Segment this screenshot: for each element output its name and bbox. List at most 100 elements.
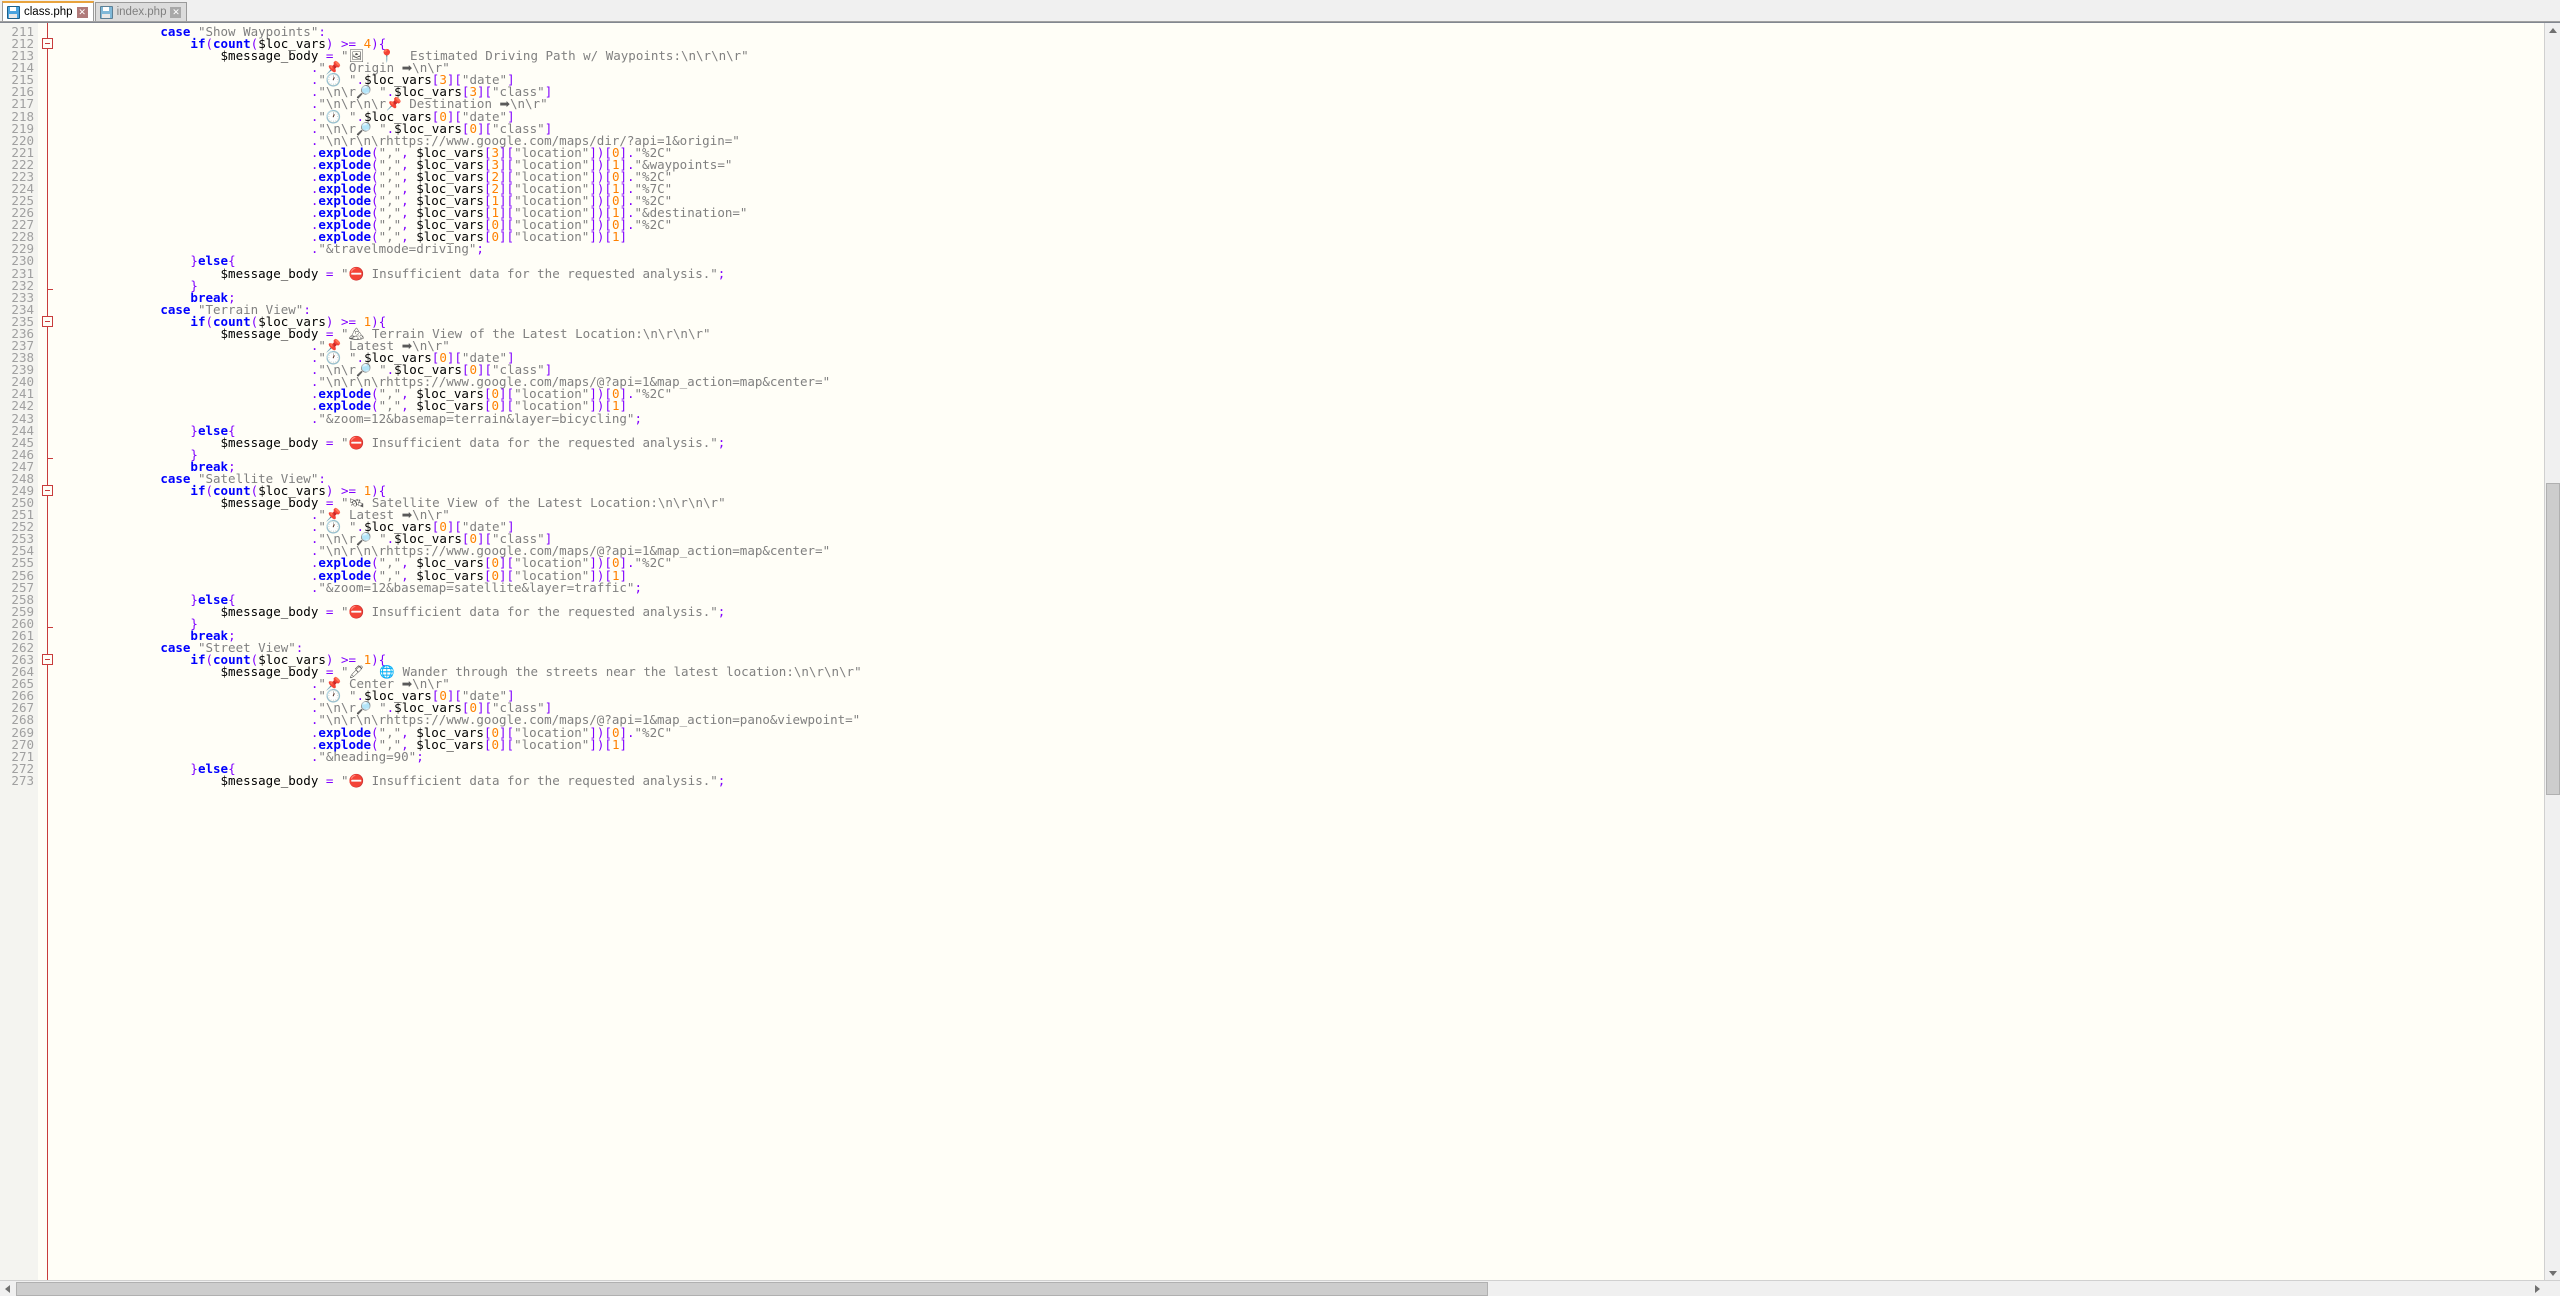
token-str: "location" bbox=[514, 229, 589, 244]
line-number-gutter: 2112122132142152162172182192202212222232… bbox=[0, 23, 38, 1296]
token-str: "&travelmode=driving" bbox=[318, 241, 476, 256]
code-line[interactable]: $message_body = "⛔ Insufficient data for… bbox=[70, 606, 2560, 618]
code-line[interactable]: case "Street View": bbox=[70, 642, 2560, 654]
token-punc: ; bbox=[718, 266, 726, 281]
token-var: $loc_vars bbox=[416, 737, 484, 752]
code-line[interactable]: ."&travelmode=driving"; bbox=[70, 243, 2560, 255]
token-str: Wander through the streets near the late… bbox=[395, 664, 862, 679]
scroll-up-arrow-icon[interactable] bbox=[2545, 23, 2560, 38]
token-str: Insufficient data for the requested anal… bbox=[364, 435, 718, 450]
code-line[interactable]: $message_body = "⛔ Insufficient data for… bbox=[70, 775, 2560, 787]
vertical-scrollbar[interactable] bbox=[2544, 23, 2560, 1296]
tab-index-php[interactable]: index.php✕ bbox=[95, 2, 188, 21]
line-number: 273 bbox=[0, 775, 34, 787]
token-var: $message_body bbox=[221, 435, 319, 450]
token-str: Insufficient data for the requested anal… bbox=[364, 266, 718, 281]
token-punc: ] bbox=[499, 737, 507, 752]
tab-bar[interactable]: class.php✕index.php✕ bbox=[0, 0, 2560, 22]
code-line[interactable]: ."&heading=90"; bbox=[70, 751, 2560, 763]
fold-collapse-icon[interactable] bbox=[42, 38, 53, 49]
horizontal-scroll-thumb[interactable] bbox=[16, 1282, 1488, 1296]
token-punc: [ bbox=[507, 229, 515, 244]
token-punc: [ bbox=[604, 737, 612, 752]
token-op: . bbox=[627, 555, 635, 570]
token-plain bbox=[333, 773, 341, 788]
code-line[interactable]: $message_body = "⛔ Insufficient data for… bbox=[70, 437, 2560, 449]
code-line[interactable]: $message_body = "⛔ Insufficient data for… bbox=[70, 268, 2560, 280]
tab-class-php[interactable]: class.php ✕ bbox=[2, 1, 94, 21]
token-str: "%2C" bbox=[635, 555, 673, 570]
token-punc: ; bbox=[718, 435, 726, 450]
token-emoji: ⛔ bbox=[348, 435, 364, 450]
token-op: . bbox=[627, 217, 635, 232]
token-punc: ] bbox=[619, 229, 627, 244]
token-punc: ] bbox=[499, 229, 507, 244]
token-var: $message_body bbox=[221, 773, 319, 788]
token-plain bbox=[318, 266, 326, 281]
code-line[interactable]: break; bbox=[70, 292, 2560, 304]
token-op: . bbox=[627, 725, 635, 740]
code-line[interactable]: ."&zoom=12&basemap=satellite&layer=traff… bbox=[70, 582, 2560, 594]
code-line[interactable]: case "Show Waypoints": bbox=[70, 26, 2560, 38]
token-plain bbox=[318, 773, 326, 788]
code-line[interactable]: } bbox=[70, 618, 2560, 630]
token-str: "%2C" bbox=[635, 725, 673, 740]
token-str: "location" bbox=[514, 737, 589, 752]
code-line[interactable]: break; bbox=[70, 630, 2560, 642]
fold-end-marker bbox=[47, 627, 53, 628]
token-punc: ; bbox=[718, 604, 726, 619]
save-file-icon bbox=[7, 6, 20, 19]
token-op: . bbox=[627, 386, 635, 401]
token-var: $message_body bbox=[221, 266, 319, 281]
code-content[interactable]: case "Show Waypoints": if(count($loc_var… bbox=[70, 23, 2560, 1296]
code-line[interactable]: } bbox=[70, 280, 2560, 292]
code-line[interactable]: case "Terrain View": bbox=[70, 304, 2560, 316]
fold-end-marker bbox=[47, 458, 53, 459]
token-str: Insufficient data for the requested anal… bbox=[364, 604, 718, 619]
token-str: Insufficient data for the requested anal… bbox=[364, 773, 718, 788]
tab-label: index.php bbox=[117, 6, 167, 18]
code-line[interactable]: .explode(",", $loc_vars[0]["location"])[… bbox=[70, 739, 2560, 751]
code-line[interactable]: case "Satellite View": bbox=[70, 473, 2560, 485]
fold-collapse-icon[interactable] bbox=[42, 316, 53, 327]
token-plain bbox=[70, 773, 221, 788]
token-emoji: ⛔ bbox=[348, 773, 364, 788]
horizontal-scrollbar[interactable] bbox=[0, 1280, 2560, 1296]
close-tab-icon[interactable]: ✕ bbox=[170, 7, 181, 18]
token-plain bbox=[318, 435, 326, 450]
token-var: $message_body bbox=[221, 604, 319, 619]
vertical-scroll-thumb[interactable] bbox=[2546, 483, 2560, 795]
token-num: 0 bbox=[491, 229, 499, 244]
token-emoji: ⛔ bbox=[348, 266, 364, 281]
scroll-right-arrow-icon[interactable] bbox=[2530, 1281, 2545, 1296]
token-str: "%2C" bbox=[635, 217, 673, 232]
tab-label: class.php bbox=[24, 6, 73, 18]
code-line[interactable]: ."&zoom=12&basemap=terrain&layer=bicycli… bbox=[70, 413, 2560, 425]
token-str: "&zoom=12&basemap=terrain&layer=bicyclin… bbox=[318, 411, 634, 426]
fold-collapse-icon[interactable] bbox=[42, 654, 53, 665]
token-str: \n\r" bbox=[510, 96, 548, 111]
code-folding-margin[interactable] bbox=[38, 23, 70, 1296]
token-num: 0 bbox=[491, 737, 499, 752]
token-str: "&zoom=12&basemap=satellite&layer=traffi… bbox=[318, 580, 634, 595]
scroll-down-arrow-icon[interactable] bbox=[2545, 1266, 2560, 1281]
token-str: "&heading=90" bbox=[318, 749, 416, 764]
token-punc: ]) bbox=[589, 229, 604, 244]
code-line[interactable]: } bbox=[70, 449, 2560, 461]
token-punc: ; bbox=[634, 411, 642, 426]
token-emoji: ⛔ bbox=[348, 604, 364, 619]
fold-end-marker bbox=[47, 289, 53, 290]
token-punc: ]) bbox=[589, 737, 604, 752]
token-punc: ; bbox=[634, 580, 642, 595]
scrollbar-corner bbox=[2545, 1281, 2560, 1296]
token-str: "%2C" bbox=[635, 386, 673, 401]
token-punc: ; bbox=[416, 749, 424, 764]
token-punc: [ bbox=[507, 737, 515, 752]
fold-collapse-icon[interactable] bbox=[42, 485, 53, 496]
editor-area[interactable]: 2112122132142152162172182192202212222232… bbox=[0, 22, 2560, 1296]
close-tab-icon[interactable]: ✕ bbox=[77, 7, 88, 18]
token-punc: [ bbox=[604, 229, 612, 244]
code-line[interactable]: break; bbox=[70, 461, 2560, 473]
scroll-left-arrow-icon[interactable] bbox=[0, 1281, 15, 1296]
token-plain bbox=[333, 604, 341, 619]
